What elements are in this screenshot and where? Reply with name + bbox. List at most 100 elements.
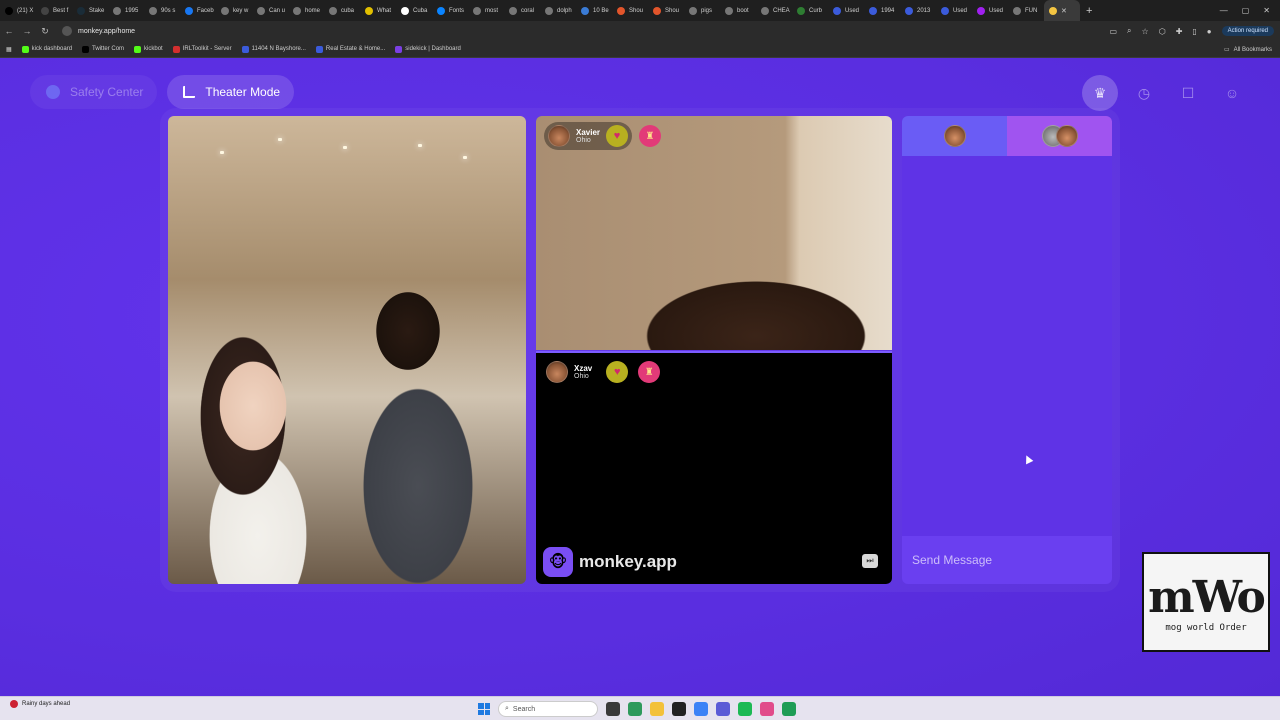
browser-tab[interactable]: 10 Be	[576, 0, 612, 21]
browser-tab[interactable]: What	[360, 0, 396, 21]
tab-favicon-icon	[365, 6, 373, 15]
bookmark-item[interactable]: kickbot	[134, 45, 163, 53]
reload-icon[interactable]: ↻	[36, 26, 54, 37]
bookmark-item[interactable]: IRLToolkit - Server	[172, 45, 232, 53]
safety-center-button[interactable]: Safety Center	[30, 75, 158, 109]
all-bookmarks[interactable]: ▭ All Bookmarks	[1224, 41, 1272, 58]
browser-tab[interactable]: (21) X	[0, 0, 36, 21]
tab-label: pigs	[701, 7, 713, 14]
browser-tab[interactable]: dolph	[540, 0, 576, 21]
gift-icon[interactable]: ♜	[639, 125, 661, 147]
browser-tab[interactable]: 2013	[900, 0, 936, 21]
forward-icon[interactable]: →	[18, 26, 36, 36]
bookmark-item[interactable]: kick dashboard	[21, 45, 72, 53]
skip-next-button[interactable]: ⏭	[862, 554, 878, 568]
tab-close-icon[interactable]: ✕	[1061, 7, 1067, 15]
browser-tab[interactable]: Cuba	[396, 0, 432, 21]
browser-tab[interactable]: Best f	[36, 0, 72, 21]
cast-icon[interactable]: ▭	[1109, 27, 1117, 36]
close-icon[interactable]: ✕	[1263, 6, 1270, 15]
browser-tab[interactable]: home	[288, 0, 324, 21]
obs-icon[interactable]	[760, 702, 774, 716]
clock-icon[interactable]: ◷	[1126, 75, 1162, 111]
windows-start-icon[interactable]	[478, 703, 490, 715]
browser-tab[interactable]: Used	[972, 0, 1008, 21]
back-icon[interactable]: ←	[0, 26, 18, 36]
user-badge[interactable]: Xavier Ohio ♥	[544, 122, 633, 150]
user-location: Ohio	[574, 372, 589, 380]
chat-tab-group[interactable]	[1007, 116, 1112, 156]
heart-icon[interactable]: ♥	[606, 361, 629, 383]
bookmark-item[interactable]: Twitter Com	[82, 45, 125, 53]
browser-tab[interactable]: Faceb	[180, 0, 216, 21]
send-message-input[interactable]	[912, 550, 1102, 570]
tab-favicon-icon	[653, 6, 661, 15]
browser-tab[interactable]: Fonts	[432, 0, 468, 21]
browser-tab[interactable]: CHEA	[756, 0, 792, 21]
url-field[interactable]: monkey.app/home	[58, 24, 1058, 38]
browser-tab[interactable]: Can u	[252, 0, 288, 21]
taskbar-search[interactable]: ⌕ Search	[498, 701, 598, 717]
browser-tab[interactable]: 1995	[108, 0, 144, 21]
folder-icon: ▭	[1223, 47, 1230, 53]
browser-tab[interactable]: 90s s	[144, 0, 180, 21]
user-badge[interactable]: Xzav Ohio ♥ ♜	[542, 358, 664, 386]
gift-icon[interactable]: ♜	[638, 361, 661, 383]
browser-tab[interactable]: Curb	[792, 0, 828, 21]
bookmark-item[interactable]: sidekick | Dashboard	[395, 45, 461, 53]
browser-tab[interactable]: Used	[828, 0, 864, 21]
apps-grid-icon[interactable]: ▦	[6, 46, 12, 53]
browser-tab[interactable]: Shou	[648, 0, 684, 21]
extensions-puzzle-icon[interactable]: ✚	[1176, 27, 1183, 36]
tab-label: Shou	[629, 7, 644, 14]
zoom-icon[interactable]: ⌕	[1127, 26, 1131, 36]
chrome-profile-icon[interactable]	[694, 702, 708, 716]
browser-tab[interactable]: Stake	[72, 0, 108, 21]
active-browser-tab[interactable]: ✕	[1044, 0, 1080, 21]
browser-tab[interactable]: key w	[216, 0, 252, 21]
ceiling-light	[463, 156, 467, 159]
task-view-icon[interactable]	[606, 702, 620, 716]
browser-tab[interactable]: pigs	[684, 0, 720, 21]
profile-avatar-icon[interactable]: ●	[1207, 27, 1212, 36]
bookmark-star-icon[interactable]: ☆	[1142, 27, 1149, 36]
bookmark-favicon-icon	[82, 45, 90, 53]
tab-label: What	[377, 7, 392, 14]
weather-widget[interactable]: Rainy days ahead	[10, 700, 70, 708]
sheets-icon[interactable]	[782, 702, 796, 716]
browser-tab[interactable]: Shou	[612, 0, 648, 21]
action-required-button[interactable]: Action required	[1221, 26, 1274, 36]
chrome-icon[interactable]	[628, 702, 642, 716]
sidebar-icon[interactable]: ▯	[1192, 27, 1196, 36]
profile-icon[interactable]: ☺	[1214, 75, 1250, 111]
minimize-icon[interactable]: —	[1220, 6, 1228, 15]
browser-tab[interactable]: boot	[720, 0, 756, 21]
crown-icon[interactable]: ♛	[1082, 75, 1118, 111]
tab-favicon-icon	[473, 6, 481, 15]
theater-mode-button[interactable]: Theater Mode	[167, 75, 295, 109]
browser-tab[interactable]: coral	[504, 0, 540, 21]
browser-tab[interactable]: most	[468, 0, 504, 21]
browser-tab[interactable]: Used	[936, 0, 972, 21]
app-icon[interactable]	[716, 702, 730, 716]
browser-tab[interactable]: cuba	[324, 0, 360, 21]
avatar	[943, 125, 966, 147]
new-tab-icon[interactable]: +	[1080, 5, 1098, 17]
tab-favicon-icon	[833, 6, 841, 15]
extension-icon[interactable]: ⬡	[1159, 27, 1166, 36]
bookmark-item[interactable]: Real Estate & Home...	[315, 45, 385, 53]
bookmark-label: Twitter Com	[92, 46, 125, 52]
browser-tab[interactable]: FUN	[1008, 0, 1044, 21]
tab-label: 1994	[881, 7, 895, 14]
maximize-icon[interactable]: ▢	[1242, 6, 1250, 15]
url-text: monkey.app/home	[78, 27, 136, 35]
chat-tab-single[interactable]	[902, 116, 1007, 156]
app-icon[interactable]	[672, 702, 686, 716]
browser-tab[interactable]: 1994	[864, 0, 900, 21]
bookmark-item[interactable]: 11404 N Bayshore...	[241, 45, 306, 53]
file-explorer-icon[interactable]	[650, 702, 664, 716]
heart-icon[interactable]: ♥	[606, 125, 629, 147]
spotify-icon[interactable]	[738, 702, 752, 716]
site-info-icon[interactable]	[62, 26, 72, 36]
chat-icon[interactable]: ☐	[1170, 75, 1206, 111]
